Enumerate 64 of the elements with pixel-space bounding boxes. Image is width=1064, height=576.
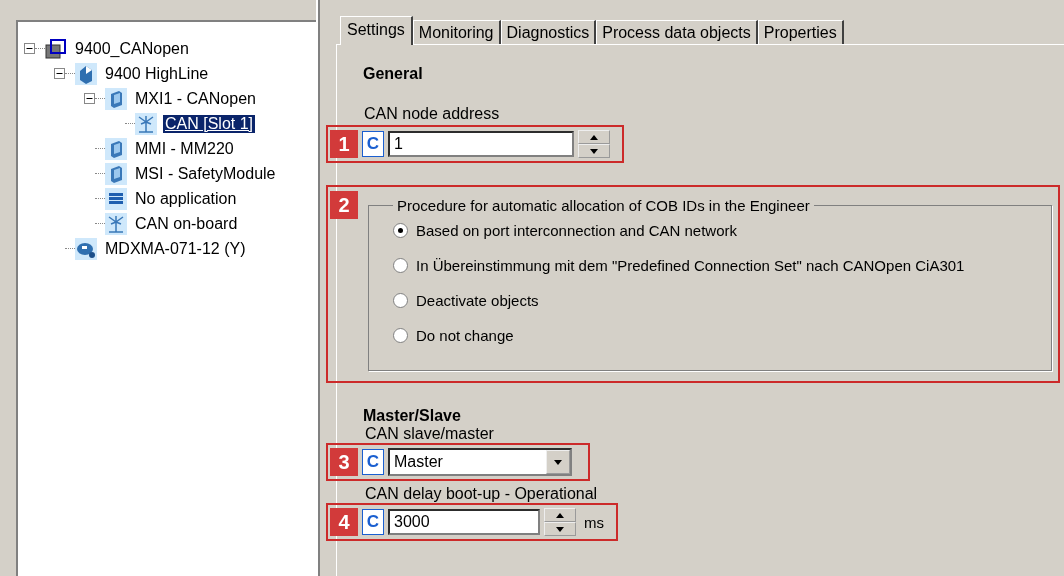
collapse-toggle[interactable] xyxy=(84,93,95,104)
stack-icon xyxy=(105,187,127,210)
collapse-toggle[interactable] xyxy=(54,68,65,79)
callout-number: 1 xyxy=(330,130,358,158)
radio-option[interactable]: Based on port interconnection and CAN network xyxy=(393,222,1051,239)
input-field[interactable]: 3000 xyxy=(388,509,540,535)
parameter-badge: C xyxy=(362,131,384,157)
motor-icon xyxy=(75,237,97,260)
option-label: Based on port interconnection and CAN network xyxy=(416,222,738,239)
tree-item[interactable]: No application xyxy=(133,189,239,208)
antenna-icon xyxy=(135,112,157,135)
spin-down-button[interactable] xyxy=(578,144,610,158)
field-label: CAN slave/master xyxy=(365,425,495,443)
parameter-badge: C xyxy=(362,449,384,475)
tree-item[interactable]: MMI - MM220 xyxy=(133,139,236,158)
tab[interactable]: Diagnostics xyxy=(500,20,597,44)
module-icon xyxy=(105,162,127,185)
spin-up-button[interactable] xyxy=(578,130,610,144)
up-arrow-icon xyxy=(556,512,564,518)
up-arrow-icon xyxy=(590,134,598,140)
field-label: CAN node address xyxy=(364,105,501,123)
spin-down-button[interactable] xyxy=(544,522,576,536)
option-label: Deactivate objects xyxy=(416,292,539,309)
tab[interactable]: Settings xyxy=(340,16,413,45)
module-icon xyxy=(105,137,127,160)
tab[interactable]: Process data objects xyxy=(596,20,758,44)
callout-number: 2 xyxy=(330,191,358,219)
radio-option[interactable]: Do not change xyxy=(393,327,1051,344)
project-icon xyxy=(45,37,67,60)
down-arrow-icon xyxy=(554,459,562,465)
unit-label: ms xyxy=(584,513,604,531)
input-field[interactable]: 1 xyxy=(388,131,574,157)
section-heading: General xyxy=(363,65,424,83)
tree-item[interactable]: 9400 HighLine xyxy=(103,64,211,83)
group-title: Procedure for automatic allocation of COB IDs in the Engineer xyxy=(396,197,811,214)
radio-button[interactable] xyxy=(393,223,408,238)
tree-item[interactable]: CAN [Slot 1] xyxy=(163,114,256,133)
radio-option[interactable]: In Übereinstimmung mit dem "Predefined Connection Set" nach CANOpen CiA301 xyxy=(393,257,1051,274)
dropdown[interactable]: Master xyxy=(388,448,572,476)
tab[interactable]: Properties xyxy=(757,20,844,44)
tree-item[interactable]: MDXMA-071-12 (Y) xyxy=(103,239,248,258)
section-heading: Master/Slave xyxy=(363,407,462,425)
antenna-icon xyxy=(105,212,127,235)
parameter-badge: C xyxy=(362,509,384,535)
option-label: Do not change xyxy=(416,327,514,344)
callout-number: 4 xyxy=(330,508,358,536)
radio-option[interactable]: Deactivate objects xyxy=(393,292,1051,309)
radio-button[interactable] xyxy=(393,293,408,308)
tree-item[interactable]: MXI1 - CANopen xyxy=(133,89,258,108)
callout-number: 3 xyxy=(330,448,358,476)
tree-item[interactable]: 9400_CANopen xyxy=(73,39,191,58)
radio-button[interactable] xyxy=(393,258,408,273)
option-label: In Übereinstimmung mit dem "Predefined Connection Set" nach CANOpen CiA301 xyxy=(416,257,965,274)
collapse-toggle[interactable] xyxy=(24,43,35,54)
field-label: CAN delay boot-up - Operational xyxy=(365,485,599,503)
module-icon xyxy=(105,87,127,110)
tree-item[interactable]: MSI - SafetyModule xyxy=(133,164,278,183)
tab[interactable]: Monitoring xyxy=(412,20,501,44)
spin-up-button[interactable] xyxy=(544,508,576,522)
device-icon xyxy=(75,62,97,85)
down-arrow-icon xyxy=(556,526,564,532)
radio-button[interactable] xyxy=(393,328,408,343)
down-arrow-icon xyxy=(590,148,598,154)
tree-item[interactable]: CAN on-board xyxy=(133,214,240,233)
